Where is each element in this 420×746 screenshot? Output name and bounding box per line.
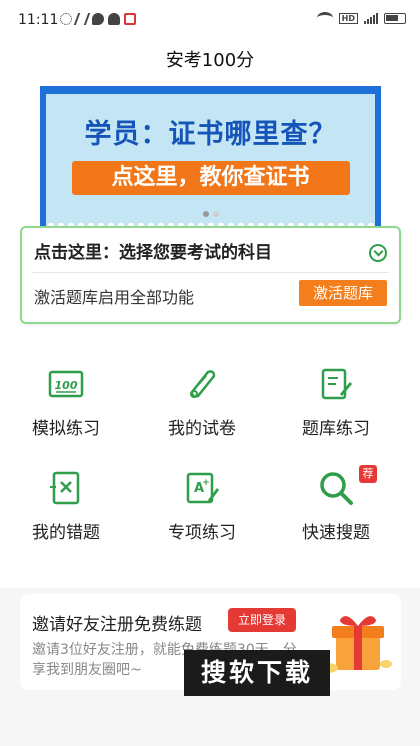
a-plus-icon: A + — [186, 472, 219, 504]
banner-subline: 点这里，教你查证书 — [71, 161, 350, 195]
feature-quick-search[interactable]: 快速搜题 — [276, 470, 396, 560]
feature-mock-exam[interactable]: 100 模拟练习 — [6, 366, 126, 456]
banner-pagination — [46, 202, 375, 221]
status-time: 11:11 — [18, 12, 59, 28]
svg-text:100: 100 — [55, 379, 78, 392]
feature-label: 题库练习 — [302, 419, 370, 439]
watermark-overlay: 搜软下载 — [184, 650, 330, 696]
vv-icon — [73, 13, 91, 25]
hd-icon: HD — [338, 12, 358, 24]
app-red-icon — [124, 13, 136, 25]
chevron-down-icon[interactable] — [369, 244, 387, 262]
battery-icon — [384, 12, 406, 24]
status-bar: 11:11 HD — [0, 0, 420, 40]
activate-question-bank-button[interactable]: 激活题库 — [299, 280, 387, 306]
chat-icon — [92, 13, 104, 25]
feature-label: 专项练习 — [168, 523, 236, 543]
login-button[interactable]: 立即登录 — [228, 608, 296, 632]
feature-my-papers[interactable]: 我的试卷 — [142, 366, 262, 456]
wrong-answer-icon — [50, 471, 80, 505]
edit-document-icon — [321, 368, 352, 400]
banner-headline: 学员：证书哪里查？ — [84, 119, 337, 150]
subject-card[interactable]: 点击这里：选择您要考试的科目 激活题库启用全部功能 激活题库 — [20, 226, 401, 324]
wifi-icon — [316, 12, 333, 24]
divider — [32, 272, 389, 273]
status-icons-right: HD — [316, 12, 406, 24]
feature-label: 快速搜题 — [302, 523, 370, 543]
activate-hint: 激活题库启用全部功能 — [34, 288, 195, 307]
scroll-icon — [190, 370, 216, 398]
feature-special-practice[interactable]: A + 专项练习 — [142, 470, 262, 560]
banner-dot-active[interactable] — [202, 211, 209, 217]
svg-text:+: + — [202, 478, 210, 488]
feature-question-bank[interactable]: 题库练习 — [276, 366, 396, 456]
app-header: 安考100分 — [0, 40, 420, 82]
promo-banner[interactable]: 学员：证书哪里查？ 点这里，教你查证书 — [40, 86, 381, 226]
loading-icon — [60, 13, 72, 25]
signal-icon — [364, 12, 378, 24]
search-icon — [320, 472, 353, 505]
feature-label: 我的错题 — [32, 523, 100, 543]
feature-label: 模拟练习 — [32, 419, 100, 439]
recommend-badge: 荐 — [359, 465, 377, 483]
feature-label: 我的试卷 — [168, 419, 236, 439]
exam-100-icon: 100 — [48, 370, 84, 398]
banner-dot[interactable] — [212, 211, 219, 217]
subject-select-title[interactable]: 点击这里：选择您要考试的科目 — [34, 238, 272, 263]
feature-wrong-answers[interactable]: 我的错题 — [6, 470, 126, 560]
invite-title: 邀请好友注册免费练题 — [32, 615, 202, 635]
page-title: 安考100分 — [165, 50, 255, 71]
status-icons-left — [60, 13, 136, 25]
bell-icon — [108, 13, 120, 25]
